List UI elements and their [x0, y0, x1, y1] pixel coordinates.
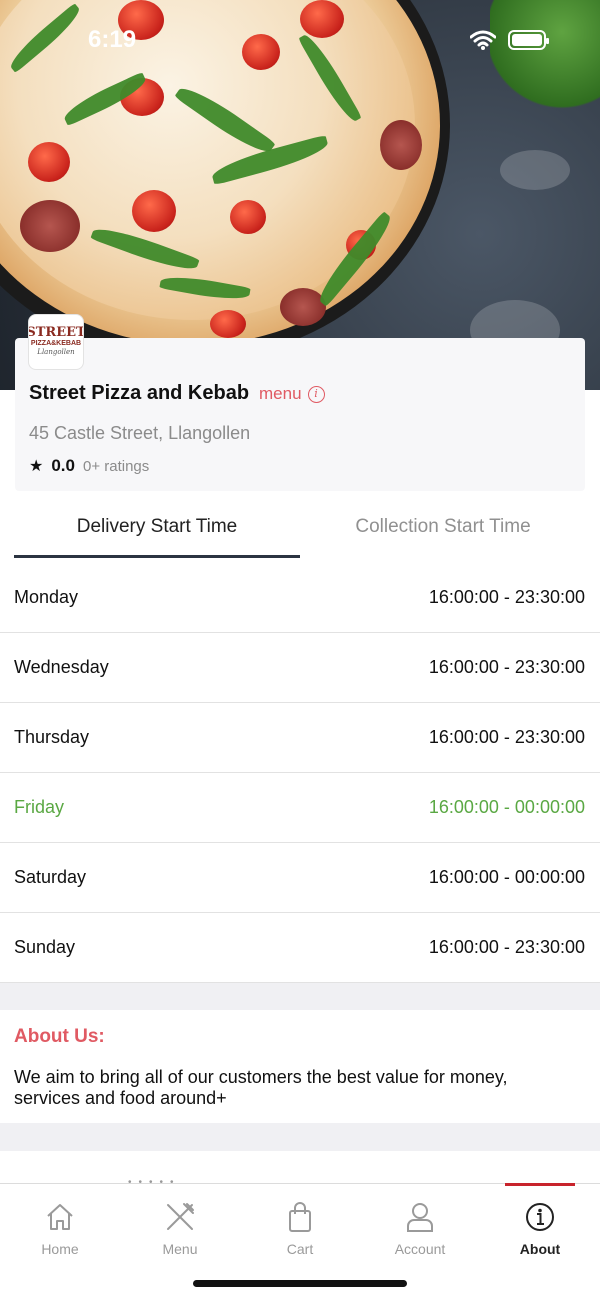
hero-image: [0, 0, 600, 390]
restaurant-address: 45 Castle Street, Llangollen: [29, 423, 251, 443]
nav-cart[interactable]: Cart: [240, 1184, 360, 1264]
tomato-topping: [132, 190, 176, 232]
status-time: 6:19: [88, 26, 137, 53]
nav-home-label: Home: [41, 1241, 79, 1257]
logo-line-street: STREET: [28, 325, 84, 340]
nav-about-label: About: [519, 1241, 561, 1257]
opening-hours-list: Monday 16:00:00 - 23:30:00 Wednesday 16:…: [0, 563, 600, 983]
section-divider: [0, 983, 600, 1010]
logo-line-location: Llangollen: [37, 348, 75, 356]
day-label: Thursday: [14, 727, 90, 747]
hours-row-saturday: Saturday 16:00:00 - 00:00:00: [0, 843, 600, 913]
tomato-topping: [230, 200, 266, 234]
about-text: We aim to bring all of our customers the…: [14, 1067, 508, 1108]
nav-menu-label: Menu: [162, 1241, 198, 1257]
tomato-topping: [300, 0, 344, 38]
hours-value: 16:00:00 - 23:30:00: [428, 937, 585, 957]
about-title: About Us:: [14, 1026, 105, 1047]
menu-link-label: menu: [259, 384, 302, 403]
info-icon[interactable]: i: [307, 385, 325, 403]
section-divider: [0, 1123, 600, 1151]
hours-value: 16:00:00 - 00:00:00: [428, 867, 585, 887]
day-label: Saturday: [14, 867, 87, 887]
info-icon: [526, 1203, 554, 1231]
nav-about[interactable]: About: [500, 1183, 580, 1264]
day-label: Sunday: [14, 937, 76, 957]
nav-home[interactable]: Home: [0, 1184, 120, 1264]
home-indicator[interactable]: [193, 1280, 407, 1287]
nav-account[interactable]: Account: [360, 1184, 480, 1264]
shopping-bag-icon: [289, 1202, 311, 1232]
status-icons: [470, 30, 549, 50]
restaurant-name: Street Pizza and Kebab: [29, 382, 250, 404]
day-label: Wednesday: [14, 657, 109, 677]
salami-topping: [20, 200, 80, 252]
hours-value: 16:00:00 - 23:30:00: [428, 657, 585, 677]
menu-link[interactable]: menu i: [259, 384, 325, 404]
salami-topping: [280, 288, 326, 326]
flour-dust: [500, 150, 570, 190]
user-icon: [407, 1203, 433, 1232]
hours-row-friday: Friday 16:00:00 - 00:00:00: [0, 773, 600, 843]
tomato-topping: [210, 310, 246, 338]
rating: ★ 0.0 0+ ratings: [29, 456, 149, 476]
hours-row-sunday: Sunday 16:00:00 - 23:30:00: [0, 913, 600, 983]
home-icon: [47, 1204, 73, 1230]
hours-value: 16:00:00 - 23:30:00: [428, 727, 585, 747]
tomato-topping: [242, 34, 280, 70]
hours-value: 16:00:00 - 00:00:00: [428, 797, 585, 817]
day-label: Friday: [14, 797, 65, 817]
rating-value: 0.0: [51, 456, 75, 475]
restaurant-logo: STREET PIZZA&KEBAB Llangollen: [28, 314, 84, 370]
hours-row-monday: Monday 16:00:00 - 23:30:00: [0, 563, 600, 633]
nav-menu[interactable]: Menu: [120, 1184, 240, 1264]
battery-icon: [508, 30, 549, 50]
hours-value: 16:00:00 - 23:30:00: [428, 587, 585, 607]
day-label: Monday: [14, 587, 79, 607]
time-tabs: Delivery Start Time Collection Start Tim…: [14, 516, 586, 558]
hours-row-thursday: Thursday 16:00:00 - 23:30:00: [0, 703, 600, 773]
tomato-topping: [28, 142, 70, 182]
salami-topping: [380, 120, 422, 170]
fork-knife-icon: [167, 1203, 194, 1230]
logo-line-pizza-kebab: PIZZA&KEBAB: [30, 340, 82, 347]
hours-row-wednesday: Wednesday 16:00:00 - 23:30:00: [0, 633, 600, 703]
rating-count: 0+ ratings: [82, 458, 150, 475]
nav-cart-label: Cart: [286, 1241, 314, 1257]
star-icon: ★: [29, 458, 44, 475]
wifi-icon: [470, 30, 496, 50]
herb-garnish: [490, 0, 600, 110]
tab-collection-start-time[interactable]: Collection Start Time: [300, 516, 586, 558]
nav-account-label: Account: [394, 1241, 446, 1257]
tab-delivery-start-time[interactable]: Delivery Start Time: [14, 516, 300, 558]
